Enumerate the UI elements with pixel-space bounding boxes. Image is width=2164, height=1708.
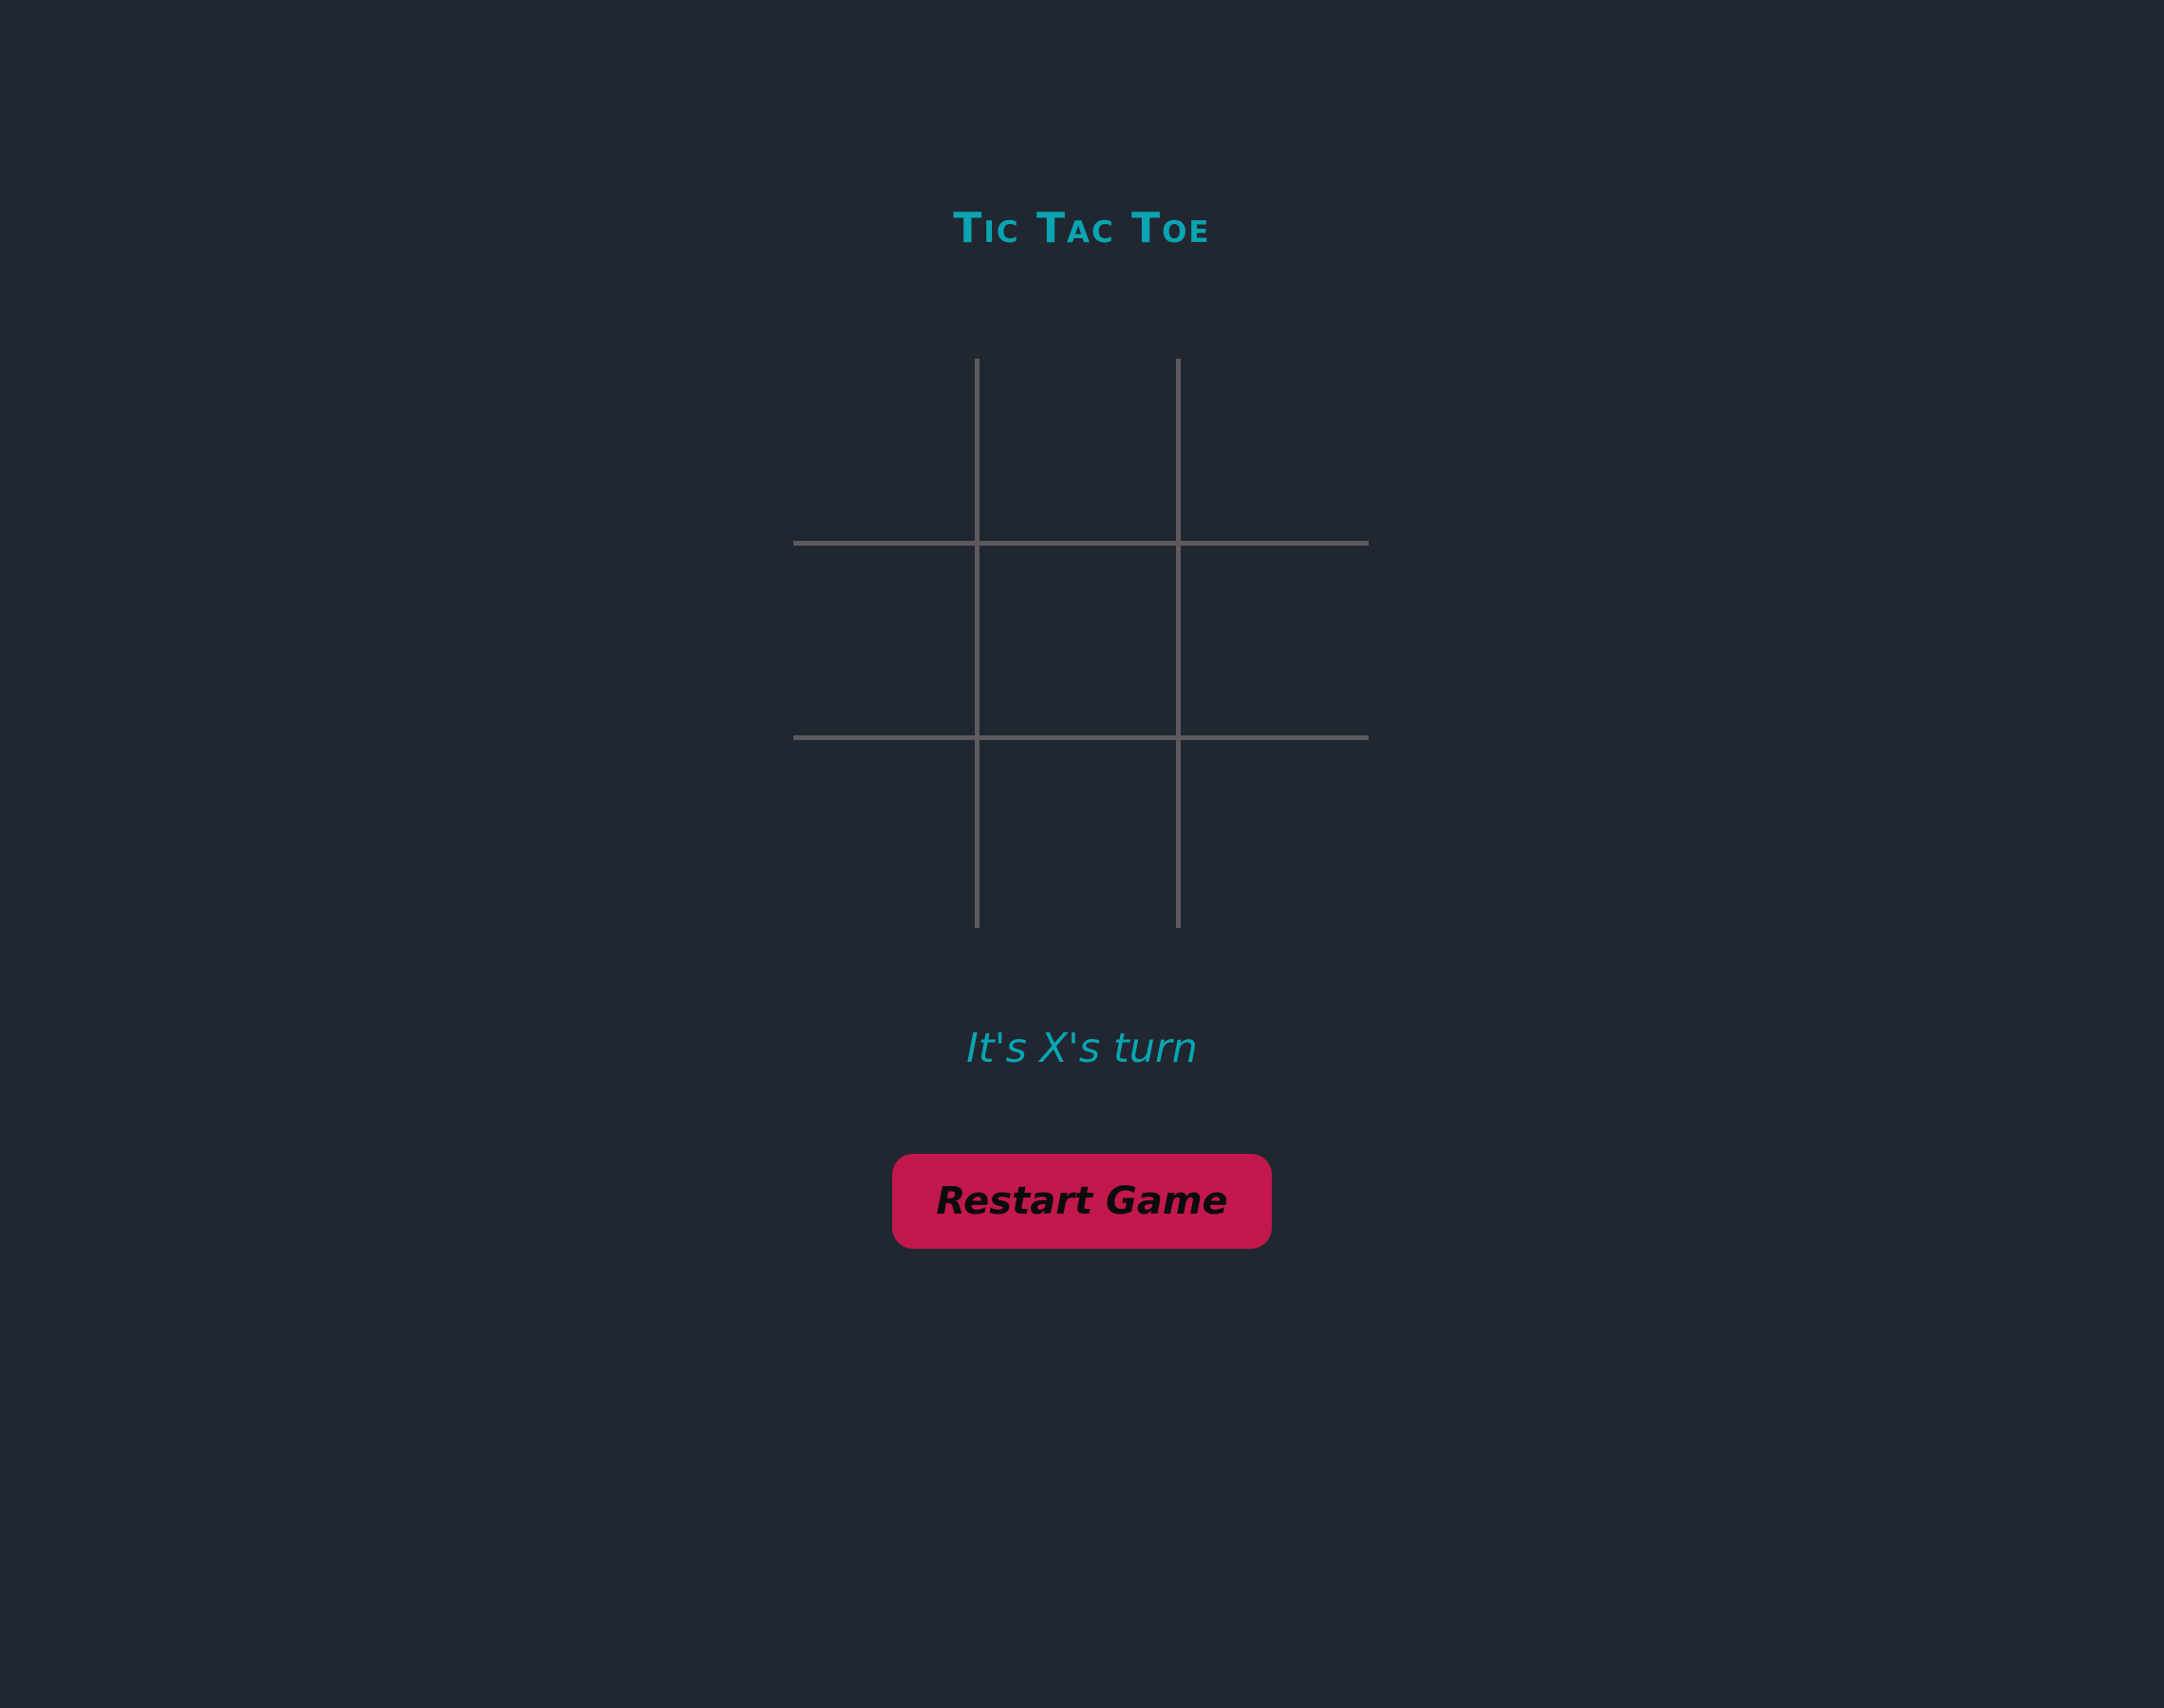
board-cell-7[interactable]	[793, 740, 979, 928]
board-cell-4[interactable]	[793, 546, 979, 740]
game-title: Tic Tac Toe	[953, 204, 1211, 252]
restart-game-button[interactable]: Restart Game	[892, 1154, 1272, 1249]
board-cell-2[interactable]	[979, 359, 1181, 546]
board-cell-5[interactable]	[979, 546, 1181, 740]
board-cell-8[interactable]	[979, 740, 1181, 928]
board-cell-9[interactable]	[1181, 740, 1369, 928]
board-cell-1[interactable]	[793, 359, 979, 546]
turn-status: It's X's turn	[966, 1025, 1198, 1072]
board-cell-3[interactable]	[1181, 359, 1369, 546]
board-cell-6[interactable]	[1181, 546, 1369, 740]
game-board	[793, 359, 1369, 928]
